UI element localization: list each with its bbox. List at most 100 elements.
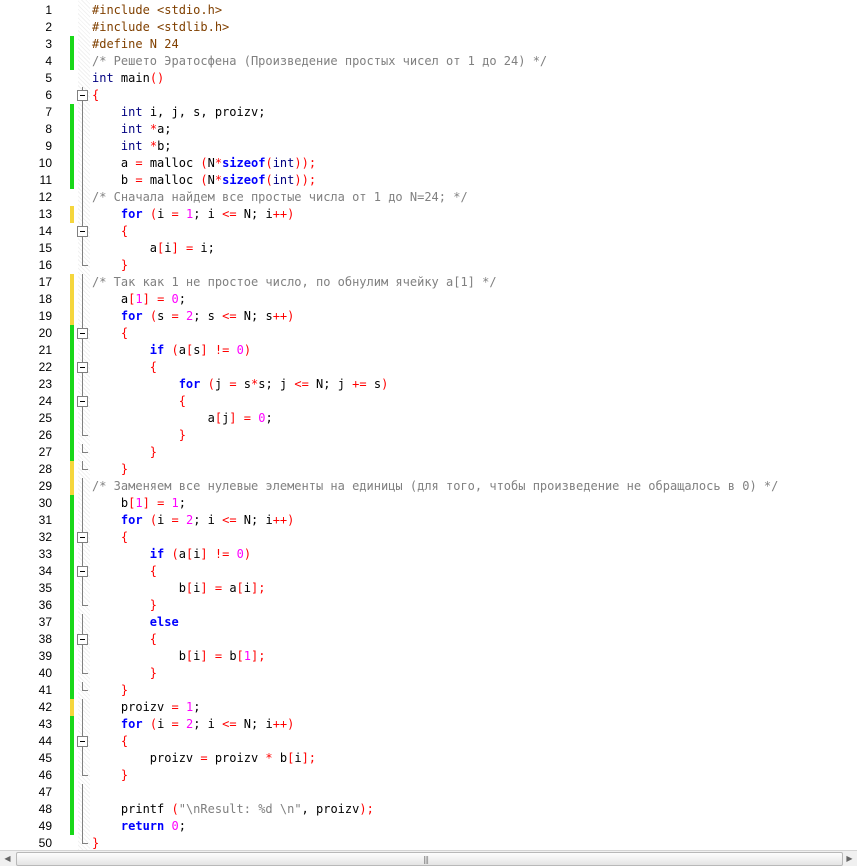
code-line[interactable]: 37 else [0,614,857,631]
code-line[interactable]: 42 proizv = 1; [0,699,857,716]
code-line[interactable]: 17 /* Так как 1 не простое число, по обну… [0,274,857,291]
scrollbar-thumb[interactable]: ||| [16,852,843,866]
code-text[interactable]: b[1] = 1; [92,495,186,512]
code-text[interactable]: b = malloc (N*sizeof(int)); [92,172,316,189]
code-text[interactable]: } [92,444,157,461]
code-text[interactable]: } [92,427,186,444]
code-text[interactable]: /* Так как 1 не простое число, по обнули… [92,274,497,291]
code-line[interactable]: 40 } [0,665,857,682]
code-line[interactable]: 11 b = malloc (N*sizeof(int)); [0,172,857,189]
code-line[interactable]: 34 { [0,563,857,580]
fold-collapse-icon[interactable] [75,223,90,240]
code-text[interactable]: a[i] = i; [92,240,215,257]
code-text[interactable]: for (i = 2; i <= N; i++) [92,512,294,529]
code-line[interactable]: 5 int main() [0,70,857,87]
code-text[interactable]: b[i] = a[i]; [92,580,266,597]
code-text[interactable]: { [92,529,128,546]
code-line[interactable]: 4 /* Решето Эратосфена (Произведение прос… [0,53,857,70]
code-line[interactable]: 10 a = malloc (N*sizeof(int)); [0,155,857,172]
code-text[interactable]: a[1] = 0; [92,291,186,308]
code-line[interactable]: 18 a[1] = 0; [0,291,857,308]
code-text[interactable]: { [92,359,157,376]
code-text[interactable]: int *b; [92,138,172,155]
code-line[interactable]: 44 { [0,733,857,750]
scroll-right-icon[interactable]: ▶ [842,851,857,866]
code-text[interactable]: } [92,835,99,850]
code-line[interactable]: 43 for (i = 2; i <= N; i++) [0,716,857,733]
code-line[interactable]: 13 for (i = 1; i <= N; i++) [0,206,857,223]
code-text[interactable]: for (s = 2; s <= N; s++) [92,308,294,325]
code-line[interactable]: 50} [0,835,857,850]
code-text[interactable]: b[i] = b[1]; [92,648,266,665]
horizontal-scrollbar[interactable]: ◀ ||| ▶ [0,850,857,866]
code-text[interactable]: for (i = 1; i <= N; i++) [92,206,294,223]
code-text[interactable]: { [92,223,128,240]
code-line[interactable]: 46 } [0,767,857,784]
code-text[interactable]: int main() [92,70,164,87]
code-text[interactable]: printf ("\nResult: %d \n", proizv); [92,801,374,818]
code-line[interactable]: 15 a[i] = i; [0,240,857,257]
code-line[interactable]: 27 } [0,444,857,461]
code-line[interactable]: 3 #define N 24 [0,36,857,53]
code-line[interactable]: 7 int i, j, s, proizv; [0,104,857,121]
code-line[interactable]: 48 printf ("\nResult: %d \n", proizv); [0,801,857,818]
fold-collapse-icon[interactable] [75,393,90,410]
code-text[interactable]: { [92,733,128,750]
code-line[interactable]: 49 return 0; [0,818,857,835]
code-text[interactable]: } [92,461,128,478]
code-text[interactable]: if (a[i] != 0) [92,546,251,563]
code-line[interactable]: 23 for (j = s*s; j <= N; j += s) [0,376,857,393]
code-text[interactable]: /* Сначала найдем все простые числа от 1… [92,189,468,206]
code-text[interactable]: proizv = proizv * b[i]; [92,750,316,767]
code-text[interactable]: { [92,563,157,580]
code-text[interactable]: for (j = s*s; j <= N; j += s) [92,376,389,393]
code-text[interactable]: return 0; [92,818,186,835]
fold-collapse-icon[interactable] [75,325,90,342]
code-text[interactable]: { [92,325,128,342]
code-text[interactable]: } [92,597,157,614]
code-text[interactable]: #include <stdlib.h> [92,19,229,36]
code-line[interactable]: 25 a[j] = 0; [0,410,857,427]
code-line[interactable]: 20 { [0,325,857,342]
code-text[interactable]: } [92,257,128,274]
code-line[interactable]: 19 for (s = 2; s <= N; s++) [0,308,857,325]
fold-collapse-icon[interactable] [75,733,90,750]
code-line[interactable]: 24 { [0,393,857,410]
fold-collapse-icon[interactable] [75,529,90,546]
fold-collapse-icon[interactable] [75,359,90,376]
code-line[interactable]: 38 { [0,631,857,648]
code-text[interactable]: } [92,682,128,699]
fold-collapse-icon[interactable] [75,563,90,580]
code-text[interactable]: else [92,614,179,631]
code-text[interactable]: for (i = 2; i <= N; i++) [92,716,294,733]
code-line[interactable]: 2 #include <stdlib.h> [0,19,857,36]
code-text[interactable]: int *a; [92,121,172,138]
fold-collapse-icon[interactable] [75,631,90,648]
code-line[interactable]: 14 { [0,223,857,240]
code-text[interactable]: if (a[s] != 0) [92,342,251,359]
code-line[interactable]: 32 { [0,529,857,546]
code-line[interactable]: 22 { [0,359,857,376]
code-line[interactable]: 47 [0,784,857,801]
code-line[interactable]: 8 int *a; [0,121,857,138]
code-line[interactable]: 1 #include <stdio.h> [0,2,857,19]
code-line[interactable]: 36 } [0,597,857,614]
code-text[interactable]: { [92,631,157,648]
code-line[interactable]: 31 for (i = 2; i <= N; i++) [0,512,857,529]
code-line[interactable]: 9 int *b; [0,138,857,155]
code-line[interactable]: 39 b[i] = b[1]; [0,648,857,665]
code-line[interactable]: 16 } [0,257,857,274]
code-text[interactable]: } [92,767,128,784]
scroll-left-icon[interactable]: ◀ [0,851,15,866]
code-text[interactable]: proizv = 1; [92,699,201,716]
code-line[interactable]: 21 if (a[s] != 0) [0,342,857,359]
code-text[interactable]: a[j] = 0; [92,410,273,427]
code-text[interactable]: a = malloc (N*sizeof(int)); [92,155,316,172]
code-line[interactable]: 28 } [0,461,857,478]
code-line[interactable]: 33 if (a[i] != 0) [0,546,857,563]
code-line[interactable]: 12 /* Сначала найдем все простые числа от… [0,189,857,206]
code-line[interactable]: 6{ [0,87,857,104]
code-line[interactable]: 45 proizv = proizv * b[i]; [0,750,857,767]
code-text[interactable]: int i, j, s, proizv; [92,104,266,121]
code-line[interactable]: 41 } [0,682,857,699]
